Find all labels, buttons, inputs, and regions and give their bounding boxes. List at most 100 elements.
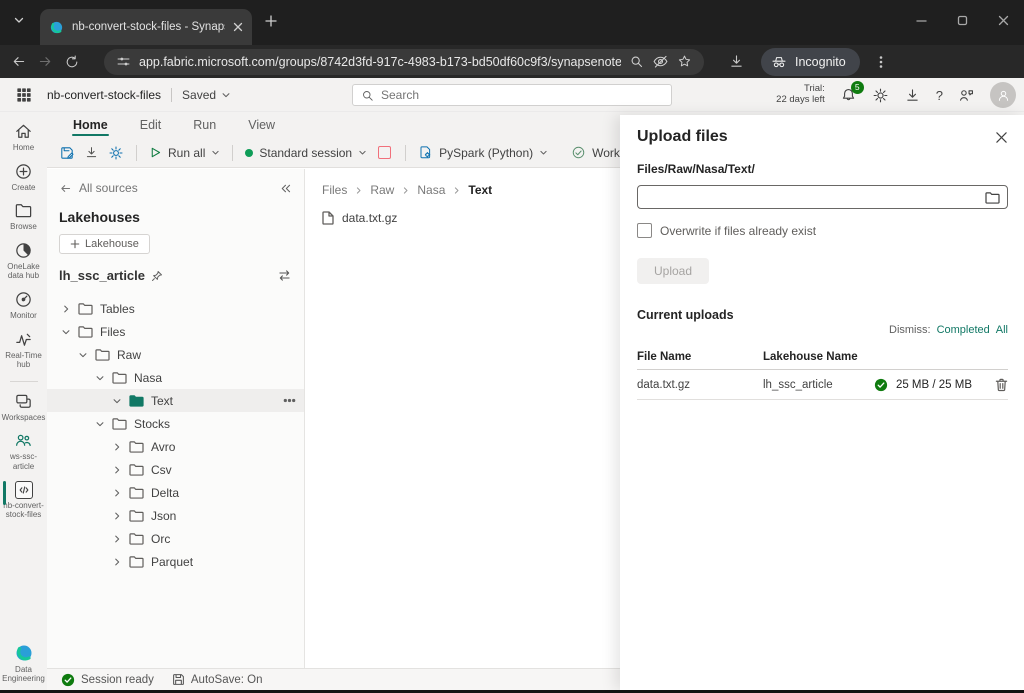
upload-file-input[interactable] [645, 190, 979, 204]
chevron-right-icon[interactable] [112, 488, 122, 498]
run-all-button[interactable]: Run all [149, 146, 220, 160]
tree-item-raw[interactable]: Raw [47, 343, 304, 366]
forward-icon[interactable] [37, 53, 54, 70]
notebook-settings-icon[interactable] [108, 145, 124, 161]
new-tab-icon[interactable] [264, 14, 278, 28]
save-status-dropdown[interactable]: Saved [182, 88, 231, 102]
chevron-expanded-icon[interactable] [95, 419, 105, 429]
rail-item-realtime-hub[interactable]: Real-Time hub [0, 330, 47, 370]
waffle-menu-icon[interactable] [0, 88, 47, 102]
add-lakehouse-button[interactable]: Lakehouse [59, 234, 150, 254]
zoom-page-icon[interactable] [629, 54, 644, 69]
refresh-icon[interactable] [64, 54, 80, 70]
rail-item-onelake[interactable]: OneLake data hub [0, 241, 47, 281]
upload-button[interactable]: Upload [637, 258, 709, 284]
minimize-icon[interactable] [915, 14, 928, 27]
all-sources-label: All sources [79, 181, 138, 195]
tree-item-files[interactable]: Files [47, 320, 304, 343]
tree-item-nasa[interactable]: Nasa [47, 366, 304, 389]
fabric-favicon [49, 20, 64, 35]
tree-item-tables[interactable]: Tables [47, 297, 304, 320]
chevron-right-icon[interactable] [112, 511, 122, 521]
download-icon[interactable] [904, 87, 921, 104]
browser-tab[interactable]: nb-convert-stock-files - Synaps [40, 9, 252, 45]
rail-item-ws-ssc-article[interactable]: ws-ssc-article [0, 431, 47, 471]
tree-item-avro[interactable]: Avro [47, 435, 304, 458]
chevron-right-icon[interactable] [112, 534, 122, 544]
tab-close-icon[interactable] [233, 22, 243, 32]
tab-search-icon[interactable] [12, 13, 26, 27]
plus-icon [70, 239, 80, 249]
browse-files-icon[interactable] [985, 191, 1000, 204]
breadcrumb-nasa[interactable]: Nasa [417, 183, 445, 197]
tree-item-json[interactable]: Json [47, 504, 304, 527]
rail-item-home[interactable]: Home [0, 122, 47, 153]
tree-item-parquet[interactable]: Parquet [47, 550, 304, 573]
download-notebook-icon[interactable] [84, 145, 99, 160]
rail-item-browse[interactable]: Browse [0, 201, 47, 232]
rail-item-data-engineering[interactable]: Data Engineering [0, 643, 47, 684]
chevron-expanded-icon[interactable] [78, 350, 88, 360]
tab-edit[interactable]: Edit [126, 114, 176, 138]
rail-item-workspaces[interactable]: Workspaces [0, 392, 47, 423]
chevron-right-icon[interactable] [112, 557, 122, 567]
file-picker-field[interactable] [637, 185, 1008, 209]
dismiss-all-link[interactable]: All [996, 324, 1008, 336]
incognito-label: Incognito [795, 55, 846, 69]
close-window-icon[interactable] [997, 14, 1010, 27]
chevron-right-icon[interactable] [112, 465, 122, 475]
chevron-expanded-icon[interactable] [61, 327, 71, 337]
session-selector[interactable]: Standard session [245, 146, 367, 160]
delete-upload-icon[interactable] [995, 378, 1008, 392]
tree-item-text-selected[interactable]: Text [47, 389, 304, 412]
browser-menu-icon[interactable] [874, 55, 888, 69]
search-input[interactable] [381, 88, 663, 102]
stop-session-button[interactable] [378, 146, 391, 159]
autosave-status[interactable]: AutoSave: On [172, 673, 263, 686]
site-info-icon[interactable] [116, 54, 131, 69]
tree-item-delta[interactable]: Delta [47, 481, 304, 504]
settings-gear-icon[interactable] [872, 87, 889, 104]
save-export-icon[interactable] [59, 145, 75, 161]
language-selector[interactable]: PySpark (Python) [418, 145, 548, 160]
tab-home[interactable]: Home [59, 114, 122, 138]
downloads-icon[interactable] [728, 53, 745, 70]
collapse-panel-icon[interactable] [279, 182, 292, 195]
breadcrumb-raw[interactable]: Raw [370, 183, 394, 197]
overwrite-checkbox-row[interactable]: Overwrite if files already exist [637, 223, 1008, 238]
folder-icon [112, 371, 127, 384]
account-avatar[interactable] [990, 82, 1016, 108]
tree-item-csv[interactable]: Csv [47, 458, 304, 481]
more-options-icon[interactable] [283, 394, 296, 407]
pin-icon[interactable] [151, 270, 163, 282]
url-field[interactable]: app.fabric.microsoft.com/groups/8742d3fd… [104, 49, 704, 75]
back-icon[interactable] [10, 53, 27, 70]
rail-item-create[interactable]: Create [0, 162, 47, 193]
global-search-box[interactable] [352, 84, 672, 106]
all-sources-back-button[interactable]: All sources [59, 181, 138, 195]
rail-item-monitor[interactable]: Monitor [0, 290, 47, 321]
tree-item-orc[interactable]: Orc [47, 527, 304, 550]
chevron-right-icon[interactable] [112, 442, 122, 452]
tab-run[interactable]: Run [179, 114, 230, 138]
chevron-expanded-icon[interactable] [112, 396, 122, 406]
breadcrumb-files[interactable]: Files [322, 183, 347, 197]
feedback-icon[interactable] [958, 87, 975, 104]
overwrite-checkbox[interactable] [637, 223, 652, 238]
bookmark-star-icon[interactable] [677, 54, 692, 69]
chevron-down-icon [358, 148, 367, 157]
chevron-expanded-icon[interactable] [95, 373, 105, 383]
tree-item-stocks[interactable]: Stocks [47, 412, 304, 435]
chevron-right-icon[interactable] [61, 304, 71, 314]
help-icon[interactable]: ? [936, 88, 943, 103]
switch-lakehouse-icon[interactable] [277, 268, 292, 283]
notifications-bell-icon[interactable]: 5 [840, 87, 857, 104]
tab-view[interactable]: View [234, 114, 289, 138]
dismiss-completed-link[interactable]: Completed [937, 324, 990, 336]
close-panel-icon[interactable] [995, 131, 1008, 144]
lakehouse-row[interactable]: lh_ssc_article [47, 254, 304, 283]
rail-item-nb-convert-stock-files[interactable]: nb-convert-stock-files [0, 481, 47, 520]
maximize-icon[interactable] [956, 14, 969, 27]
browse-folder-icon [14, 201, 33, 220]
eye-hidden-icon[interactable] [652, 53, 669, 70]
